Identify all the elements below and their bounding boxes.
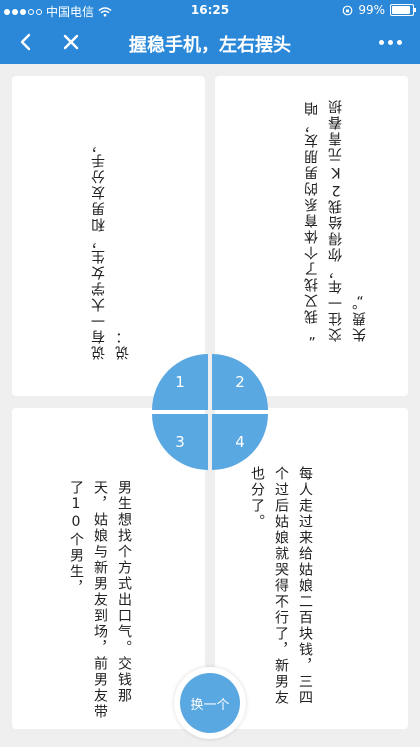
status-bar: 中国电信 16:25 99% — [0, 0, 420, 20]
story-text-3: 男生想找个方式出口气。交钱那天，姑娘与新男友到场，前男友带了10个男生， — [68, 480, 132, 720]
story-card-1: 说有一大学女生，和男友分手，说： — [12, 76, 205, 396]
story-text-1: 说有一大学女生，和男友分手，说： — [91, 136, 131, 360]
dot — [387, 39, 393, 45]
story-text-2: “我又找了个体育系的男朋友，咱交往一年，你得给我2K元青春损失费。” — [304, 98, 368, 342]
swap-button[interactable]: 换一个 — [180, 673, 240, 733]
battery-icon — [390, 4, 416, 16]
dot — [378, 39, 384, 45]
more-options-button[interactable] — [370, 26, 410, 58]
story-text-4: 每人走过来给姑娘二百块钱，三四个过后姑娘就哭得不行了，新男友也分了。 — [249, 466, 313, 706]
content-area: 说有一大学女生，和男友分手，说： “我又找了个体育系的男朋友，咱交往一年，你得给… — [0, 64, 420, 747]
battery-percent: 99% — [358, 3, 385, 17]
story-card-2: “我又找了个体育系的男朋友，咱交往一年，你得给我2K元青春损失费。” — [215, 76, 408, 396]
status-right: 99% — [342, 3, 416, 17]
orientation-lock-icon — [342, 5, 353, 15]
dot — [396, 39, 402, 45]
page-title: 握稳手机，左右摆头 — [129, 35, 291, 56]
navigation-bar: 握稳手机，左右摆头 — [0, 20, 420, 64]
